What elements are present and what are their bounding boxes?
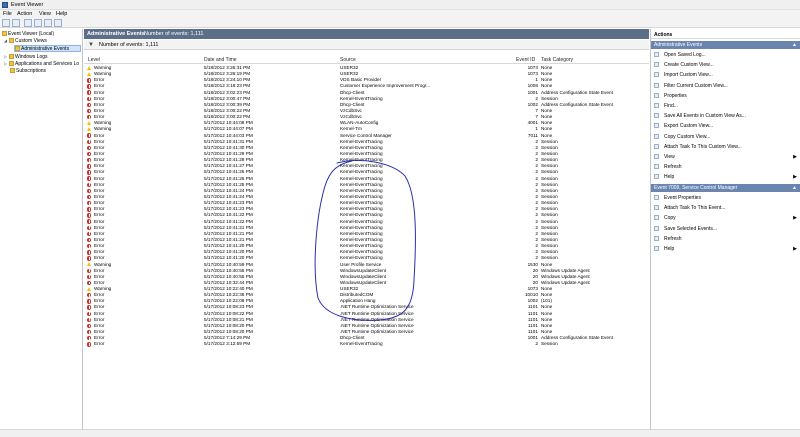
menu-help[interactable]: Help: [56, 11, 67, 17]
folder-icon: [9, 38, 14, 44]
subscriptions-icon: [10, 68, 15, 74]
submenu-arrow: ▶: [793, 174, 797, 181]
actions-header: Actions: [651, 31, 800, 39]
refresh-icon: [654, 164, 659, 170]
action-copy-custom-view[interactable]: Copy Custom View...: [651, 132, 800, 142]
collapse-icon[interactable]: ▲: [792, 42, 797, 48]
view-icon: [654, 154, 659, 159]
up-icon[interactable]: [24, 19, 32, 27]
attach-task-to-this-event-icon: [654, 205, 659, 211]
column-header-task-category[interactable]: Task Category: [541, 57, 573, 63]
action-export-custom-view[interactable]: Export Custom View...: [651, 121, 800, 131]
tree-node-administrative-events[interactable]: Administrative Events: [14, 45, 81, 52]
action-refresh[interactable]: Refresh: [651, 234, 800, 244]
event-date-time: 5/17/2012 3:12:59 PM: [204, 341, 251, 347]
event-id: 2: [535, 341, 538, 347]
header-event-count: Number of events: 1,111: [144, 31, 204, 37]
navigation-tree: Event Viewer (Local) ◢ Custom Views Admin…: [0, 29, 83, 429]
action-save-selected-events[interactable]: Save Selected Events...: [651, 224, 800, 234]
event-level: Error: [94, 341, 105, 347]
filter-icon: ▼: [88, 42, 94, 48]
show-hide-action-pane-icon[interactable]: [54, 19, 62, 27]
tree-node-custom-views[interactable]: ◢ Custom Views: [4, 38, 47, 45]
copy-custom-view-icon: [654, 133, 659, 139]
filter-icon: [15, 46, 20, 51]
action-help[interactable]: Help ▶: [651, 244, 800, 254]
actions-pane: Actions Administrative Events ▲ Open Sav…: [650, 29, 800, 429]
event-list: Warning 5/18/2012 3:26:31 PM USER32 1073 Non…: [84, 65, 649, 427]
export-custom-view-icon: [654, 123, 659, 129]
column-header-source[interactable]: Source: [340, 57, 356, 63]
help-icon: [654, 174, 659, 180]
column-header-date-and-time[interactable]: Date and Time: [204, 57, 237, 63]
action-refresh[interactable]: Refresh: [651, 162, 800, 172]
toolbar: [0, 18, 800, 28]
create-custom-view-icon: [654, 62, 659, 68]
filter-event-count: Number of events: 1,111: [99, 42, 159, 48]
back-icon[interactable]: [2, 19, 10, 27]
events-pane-header: Administrative Events Number of events: …: [84, 29, 649, 39]
event-row[interactable]: Error 5/17/2012 3:12:59 PM Kernel-EventTra…: [84, 341, 649, 347]
forward-icon[interactable]: [12, 19, 20, 27]
action-open-saved-log[interactable]: Open Saved Log...: [651, 50, 800, 60]
refresh-icon: [654, 235, 659, 241]
filter-bar: ▼ Number of events: 1,111: [84, 40, 649, 50]
folder-icon: [9, 61, 14, 67]
attach-task-to-this-custom-view-icon: [654, 143, 659, 149]
event-task-category: Session: [541, 341, 558, 347]
submenu-arrow: ▶: [793, 154, 797, 160]
submenu-arrow: ▶: [793, 246, 797, 252]
event-properties-icon: [654, 195, 659, 200]
action-event-properties[interactable]: Event Properties: [651, 193, 800, 203]
action-save-all-events-in-custom-view-as[interactable]: Save All Events in Custom View As...: [651, 111, 800, 121]
collapse-icon[interactable]: ▲: [792, 185, 797, 191]
import-custom-view-icon: [654, 72, 659, 78]
menu-view[interactable]: View: [39, 11, 51, 17]
tree-node-subscriptions[interactable]: Subscriptions: [10, 68, 46, 75]
status-bar: [0, 429, 800, 437]
open-saved-log-icon: [654, 52, 659, 57]
actions-section-selected-event[interactable]: Event 7009, Service Control Manager ▲: [651, 184, 800, 192]
menu-file[interactable]: File: [3, 11, 12, 17]
save-all-events-in-custom-view-as-icon: [654, 113, 659, 119]
action-attach-task-to-this-custom-view[interactable]: Attach Task To This Custom View...: [651, 142, 800, 152]
help-icon[interactable]: [44, 19, 52, 27]
action-filter-current-custom-view[interactable]: Filter Current Custom View...: [651, 81, 800, 91]
computer-icon: [2, 31, 7, 37]
save-selected-events-icon: [654, 225, 659, 231]
properties-icon: [654, 92, 659, 98]
action-copy[interactable]: Copy ▶: [651, 213, 800, 223]
error-icon: [87, 341, 92, 348]
tree-node-applications-and-services[interactable]: ▷ Applications and Services Lo: [4, 61, 83, 68]
help-icon: [654, 246, 659, 251]
events-pane: Administrative Events Number of events: …: [84, 29, 649, 429]
title-bar: Event Viewer: [0, 0, 800, 10]
action-create-custom-view[interactable]: Create Custom View...: [651, 60, 800, 70]
action-help[interactable]: Help ▶: [651, 172, 800, 182]
column-header-level[interactable]: Level: [88, 57, 100, 63]
tree-node-windows-logs[interactable]: ▷ Windows Logs: [4, 54, 48, 61]
copy-icon: [654, 215, 659, 221]
action-attach-task-to-this-event[interactable]: Attach Task To This Event...: [651, 203, 800, 213]
menu-bar: File Action View Help: [0, 10, 800, 18]
submenu-arrow: ▶: [793, 215, 797, 222]
view-title: Administrative Events: [87, 31, 145, 37]
filter-current-custom-view-icon: [654, 82, 659, 88]
tree-node-event-viewer-local[interactable]: Event Viewer (Local): [2, 31, 54, 38]
column-headers: Level Date and Time Source Event ID Task…: [84, 56, 649, 64]
action-properties[interactable]: Properties: [651, 91, 800, 101]
window-title: Event Viewer: [11, 2, 44, 8]
action-find[interactable]: Find...: [651, 101, 800, 111]
menu-action[interactable]: Action: [17, 11, 32, 17]
show-hide-tree-icon[interactable]: [34, 19, 42, 27]
actions-section-administrative-events[interactable]: Administrative Events ▲: [651, 41, 800, 49]
find-icon: [654, 103, 659, 108]
column-header-event-id[interactable]: Event ID: [516, 57, 535, 63]
folder-icon: [9, 54, 14, 60]
event-viewer-app-icon: [2, 2, 8, 8]
action-import-custom-view[interactable]: Import Custom View...: [651, 70, 800, 80]
action-view[interactable]: View ▶: [651, 152, 800, 162]
